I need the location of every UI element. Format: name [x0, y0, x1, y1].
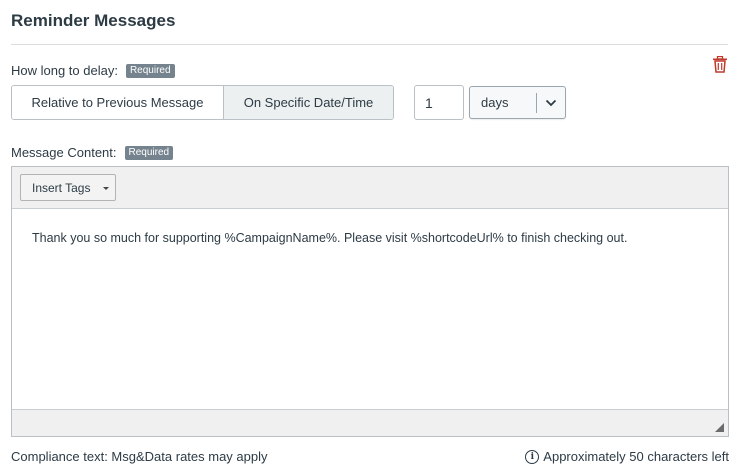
content-required-badge: Required — [124, 145, 174, 160]
char-counter: i Approximately 50 characters left — [525, 449, 729, 464]
insert-tags-label: Insert Tags — [32, 180, 91, 195]
trash-icon[interactable] — [712, 56, 728, 73]
relative-to-previous-button[interactable]: Relative to Previous Message — [12, 86, 224, 119]
delay-unit-select[interactable]: days — [469, 86, 566, 119]
chars-left-text: Approximately 50 characters left — [543, 449, 729, 464]
delay-mode-toggle: Relative to Previous Message On Specific… — [11, 85, 394, 120]
content-label-row: Message Content: Required — [11, 145, 174, 160]
message-editor: Insert Tags Thank you so much for suppor… — [11, 166, 729, 437]
editor-toolbar: Insert Tags — [12, 167, 728, 209]
caret-down-icon — [103, 187, 109, 190]
delay-required-badge: Required — [125, 63, 175, 78]
content-label: Message Content: — [11, 145, 117, 160]
insert-tags-button[interactable]: Insert Tags — [20, 174, 116, 201]
compliance-text: Compliance text: Msg&Data rates may appl… — [11, 449, 268, 464]
delay-label: How long to delay: — [11, 63, 118, 78]
delay-label-row: How long to delay: Required — [11, 63, 175, 78]
editor-statusbar — [12, 409, 728, 436]
chevron-down-icon — [537, 87, 565, 118]
title-divider — [11, 44, 728, 45]
resize-handle-icon[interactable] — [715, 423, 724, 432]
info-icon: i — [525, 449, 540, 464]
delay-amount-input[interactable] — [414, 85, 464, 120]
specific-date-time-button[interactable]: On Specific Date/Time — [224, 86, 393, 119]
section-title: Reminder Messages — [11, 11, 176, 30]
delay-unit-value: days — [481, 95, 509, 110]
message-content-area[interactable]: Thank you so much for supporting %Campai… — [12, 209, 728, 409]
